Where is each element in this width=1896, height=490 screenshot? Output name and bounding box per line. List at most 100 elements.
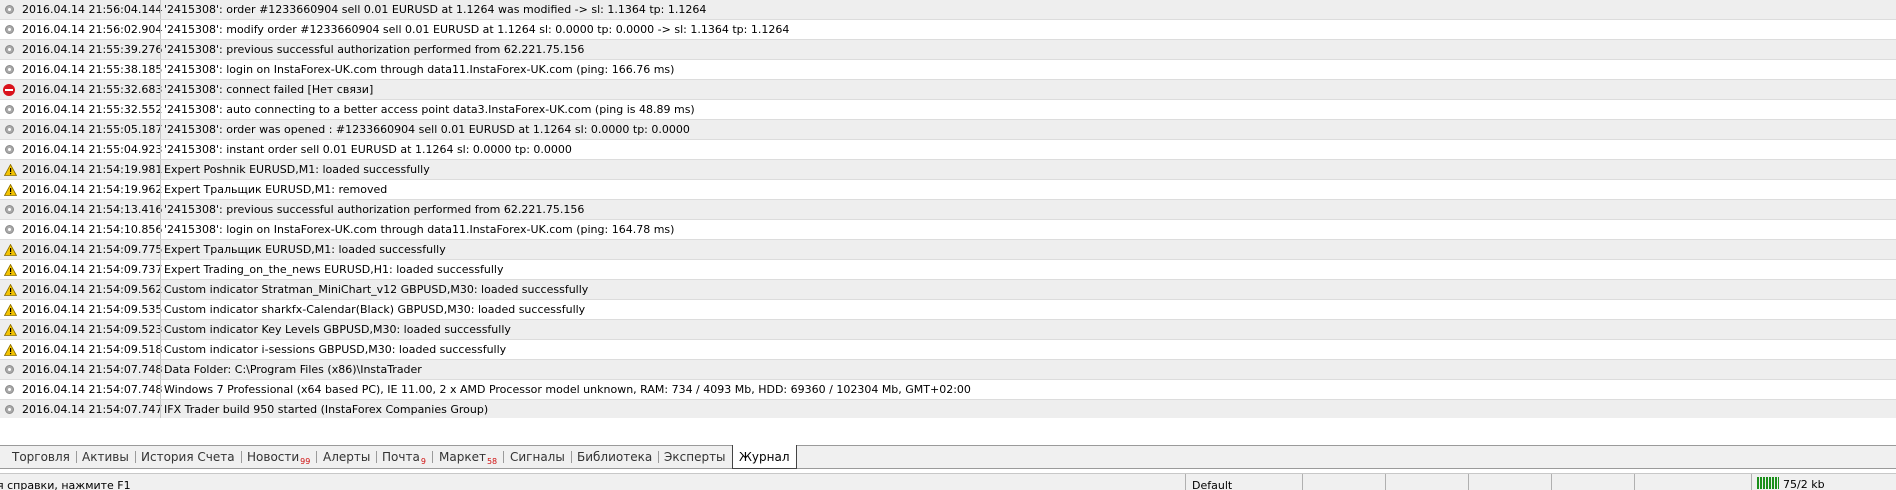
info-icon — [5, 385, 14, 394]
log-row[interactable]: 2016.04.14 21:54:13.416'2415308': previo… — [0, 200, 1896, 220]
info-icon — [5, 225, 14, 234]
tab-5[interactable]: Почта9 — [376, 446, 433, 468]
log-message: Custom indicator Key Levels GBPUSD,M30: … — [164, 323, 511, 336]
warning-icon — [4, 304, 17, 316]
log-message: '2415308': order was opened : #123366090… — [164, 123, 690, 136]
log-row[interactable]: 2016.04.14 21:54:09.535 Custom indicator … — [0, 300, 1896, 320]
log-row[interactable]: 2016.04.14 21:54:07.748 Data Folder: C:\P… — [0, 360, 1896, 380]
log-time: 2016.04.14 21:54:19.981 — [22, 163, 163, 176]
info-icon — [5, 25, 14, 34]
log-message: '2415308': modify order #1233660904 sell… — [164, 23, 790, 36]
log-message: '2415308': login on InstaForex-UK.com th… — [164, 63, 675, 76]
status-divider — [1302, 474, 1303, 490]
log-time: 2016.04.14 21:55:05.187 — [22, 123, 163, 136]
info-icon — [5, 65, 14, 74]
log-message: '2415308': connect failed [Нет связи] — [164, 83, 374, 96]
log-time: 2016.04.14 21:55:32.552 — [22, 103, 163, 116]
column-divider — [160, 20, 161, 39]
log-row[interactable]: 2016.04.14 21:56:02.904'2415308': modify… — [0, 20, 1896, 40]
log-message: '2415308': previous successful authoriza… — [164, 43, 585, 56]
info-icon — [5, 405, 14, 414]
status-bar: я справки, нажмите F1 Default 75/2 kb — [0, 473, 1896, 490]
column-divider — [160, 300, 161, 319]
log-time: 2016.04.14 21:55:32.683 — [22, 83, 163, 96]
log-row[interactable]: 2016.04.14 21:56:04.144'2415308': order … — [0, 0, 1896, 20]
log-row[interactable]: 2016.04.14 21:54:19.962 Expert Тральщик E… — [0, 180, 1896, 200]
column-divider — [160, 380, 161, 399]
warning-icon — [4, 264, 17, 276]
log-time: 2016.04.14 21:54:07.747 — [22, 403, 163, 416]
column-divider — [160, 80, 161, 99]
tab-count-badge: 58 — [486, 457, 498, 466]
log-time: 2016.04.14 21:56:02.904 — [22, 23, 163, 36]
warning-icon — [4, 284, 17, 296]
log-message: Data Folder: C:\Program Files (x86)\Inst… — [164, 363, 422, 376]
log-message: IFX Trader build 950 started (InstaForex… — [164, 403, 489, 416]
column-divider — [160, 260, 161, 279]
log-time: 2016.04.14 21:55:04.923 — [22, 143, 163, 156]
log-row[interactable]: 2016.04.14 21:54:10.856'2415308': login … — [0, 220, 1896, 240]
tab-label: Почта — [382, 450, 420, 464]
column-divider — [160, 400, 161, 418]
log-message: Expert Тральщик EURUSD,M1: loaded succes… — [164, 243, 446, 256]
log-row[interactable]: 2016.04.14 21:55:32.683'2415308': connec… — [0, 80, 1896, 100]
tab-0[interactable]: Торговля — [6, 446, 77, 468]
status-profile[interactable]: Default — [1192, 479, 1232, 490]
log-time: 2016.04.14 21:54:19.962 — [22, 183, 163, 196]
status-divider — [1551, 474, 1552, 490]
info-icon — [5, 125, 14, 134]
tab-label: Эксперты — [664, 450, 726, 464]
log-row[interactable]: 2016.04.14 21:54:09.562 Custom indicator … — [0, 280, 1896, 300]
tab-10[interactable]: Журнал — [732, 445, 797, 469]
info-icon — [5, 105, 14, 114]
log-row[interactable]: 2016.04.14 21:55:39.276'2415308': previo… — [0, 40, 1896, 60]
log-message: Custom indicator i-sessions GBPUSD,M30: … — [164, 343, 507, 356]
log-row[interactable]: 2016.04.14 21:54:09.523 Custom indicator … — [0, 320, 1896, 340]
tab-label: Маркет — [439, 450, 486, 464]
log-row[interactable]: 2016.04.14 21:54:09.737 Expert Trading_on… — [0, 260, 1896, 280]
tab-4[interactable]: Алерты — [317, 446, 378, 468]
status-divider — [1751, 474, 1752, 490]
log-message: Expert Тральщик EURUSD,M1: removed — [164, 183, 388, 196]
log-row[interactable]: 2016.04.14 21:54:07.747 IFX Trader build … — [0, 400, 1896, 418]
log-time: 2016.04.14 21:56:04.144 — [22, 3, 163, 16]
connection-traffic-icon[interactable] — [1757, 477, 1779, 489]
status-divider — [1634, 474, 1635, 490]
log-time: 2016.04.14 21:54:10.856 — [22, 223, 163, 236]
log-time: 2016.04.14 21:54:09.775 — [22, 243, 163, 256]
tab-8[interactable]: Библиотека — [571, 446, 660, 468]
tab-7[interactable]: Сигналы — [504, 446, 572, 468]
log-row[interactable]: 2016.04.14 21:55:38.185'2415308': login … — [0, 60, 1896, 80]
column-divider — [160, 140, 161, 159]
tab-2[interactable]: История Счета — [135, 446, 242, 468]
log-row[interactable]: 2016.04.14 21:54:09.518 Custom indicator … — [0, 340, 1896, 360]
log-row[interactable]: 2016.04.14 21:54:07.748 Windows 7 Profess… — [0, 380, 1896, 400]
warning-icon — [4, 344, 17, 356]
status-divider — [1185, 474, 1186, 490]
log-row[interactable]: 2016.04.14 21:54:19.981 Expert Poshnik EU… — [0, 160, 1896, 180]
log-time: 2016.04.14 21:54:09.518 — [22, 343, 163, 356]
column-divider — [160, 100, 161, 119]
log-time: 2016.04.14 21:54:09.523 — [22, 323, 163, 336]
log-message: '2415308': auto connecting to a better a… — [164, 103, 695, 116]
log-message: Custom indicator sharkfx-Calendar(Black)… — [164, 303, 586, 316]
journal-log[interactable]: 2016.04.14 21:56:04.144'2415308': order … — [0, 0, 1896, 418]
info-icon — [5, 45, 14, 54]
column-divider — [160, 320, 161, 339]
status-help-hint: я справки, нажмите F1 — [0, 479, 131, 490]
tab-3[interactable]: Новости99 — [241, 446, 318, 468]
log-message: '2415308': order #1233660904 sell 0.01 E… — [164, 3, 707, 16]
tab-1[interactable]: Активы — [76, 446, 136, 468]
info-icon — [5, 205, 14, 214]
column-divider — [160, 40, 161, 59]
column-divider — [160, 180, 161, 199]
log-row[interactable]: 2016.04.14 21:54:09.775 Expert Тральщик E… — [0, 240, 1896, 260]
log-row[interactable]: 2016.04.14 21:55:04.923'2415308': instan… — [0, 140, 1896, 160]
log-row[interactable]: 2016.04.14 21:55:05.187'2415308': order … — [0, 120, 1896, 140]
tab-label: Журнал — [739, 450, 790, 464]
log-row[interactable]: 2016.04.14 21:55:32.552'2415308': auto c… — [0, 100, 1896, 120]
tab-9[interactable]: Эксперты — [658, 446, 732, 468]
tab-6[interactable]: Маркет58 — [433, 446, 505, 468]
log-message: Windows 7 Professional (x64 based PC), I… — [164, 383, 971, 396]
column-divider — [160, 360, 161, 379]
